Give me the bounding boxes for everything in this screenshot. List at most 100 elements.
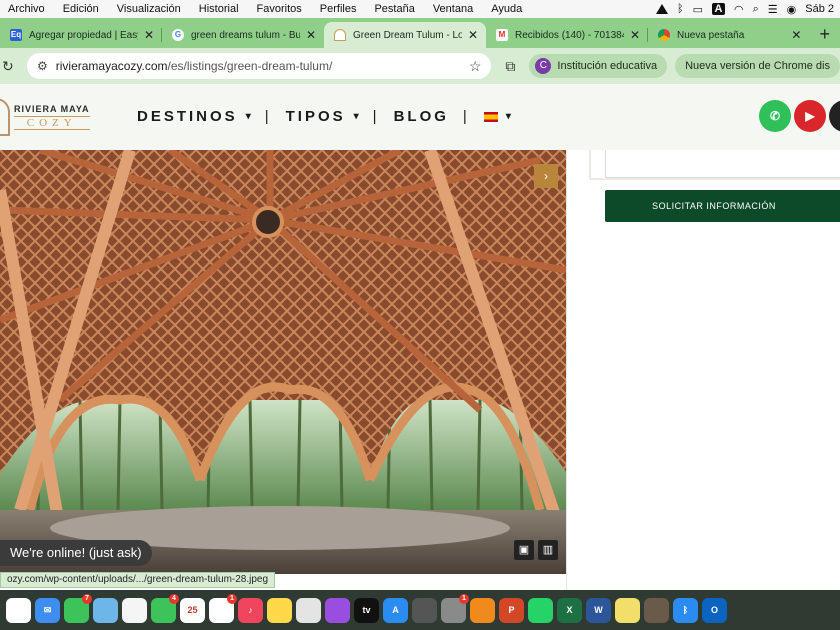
chrome-update-chip[interactable]: Nueva versión de Chrome dis: [675, 54, 840, 78]
menu-edicion[interactable]: Edición: [54, 3, 108, 15]
preview-dock-icon[interactable]: [644, 597, 669, 623]
close-tab-icon[interactable]: ✕: [306, 28, 316, 42]
tab-agregar-propiedad[interactable]: Eq Agregar propiedad | Easy ✕: [0, 22, 162, 48]
tab-new-tab[interactable]: Nueva pestaña ✕: [648, 22, 809, 48]
menu-ayuda[interactable]: Ayuda: [482, 3, 531, 15]
link-status-url: ozy.com/wp-content/uploads/.../green-dre…: [0, 572, 276, 588]
nav-blog[interactable]: BLOG: [394, 108, 449, 125]
address-bar[interactable]: ⚙ rivieramayacozy.com/es/listings/green-…: [26, 53, 492, 79]
tab-title: Agregar propiedad | Easy: [29, 29, 138, 41]
menu-archivo[interactable]: Archivo: [0, 3, 54, 15]
chevron-down-icon: ▾: [245, 111, 251, 122]
google-favicon-icon: G: [172, 29, 184, 41]
powerpoint-dock-icon[interactable]: P: [499, 597, 524, 623]
bluetooth-icon[interactable]: ᛒ: [677, 3, 684, 15]
menu-ventana[interactable]: Ventana: [424, 3, 482, 15]
notification-badge: 4: [169, 593, 179, 604]
vpn-triangle-icon[interactable]: [655, 4, 668, 14]
chart-icon[interactable]: ▥: [538, 540, 558, 560]
nav-blog-label: BLOG: [393, 108, 449, 125]
launchpad-dock-icon[interactable]: [296, 597, 321, 623]
request-info-button[interactable]: SOLICITAR INFORMACIÓN: [605, 190, 840, 222]
youtube-icon[interactable]: ▶: [794, 100, 826, 132]
stickies-dock-icon[interactable]: [615, 597, 640, 623]
close-tab-icon[interactable]: ✕: [791, 28, 801, 42]
tab-title: Recibidos (140) - 701384: [515, 29, 624, 41]
bookmark-star-icon[interactable]: ☆: [469, 58, 482, 75]
battery-icon[interactable]: ▭: [693, 3, 703, 16]
excel-dock-icon[interactable]: X: [557, 597, 582, 623]
screenshot-dock-icon[interactable]: [412, 597, 437, 623]
reminders-dock-icon[interactable]: 1: [209, 593, 237, 623]
live-chat-bubble[interactable]: We're online! (just ask): [0, 540, 152, 566]
menu-perfiles[interactable]: Perfiles: [311, 3, 366, 15]
tab-google-search[interactable]: G green dreams tulum - Bus ✕: [162, 22, 324, 48]
message-field[interactable]: [605, 150, 840, 178]
menu-clock[interactable]: Sáb 2: [805, 3, 834, 15]
gallery-image-icon[interactable]: ▣: [514, 540, 534, 560]
bluetooth-dock-icon[interactable]: ᛒ: [673, 597, 698, 623]
music-dock-icon[interactable]: ♪: [238, 597, 263, 623]
tv-dock-icon[interactable]: tv: [354, 597, 379, 623]
close-tab-icon[interactable]: ✕: [144, 28, 154, 42]
siri-icon[interactable]: ◉: [787, 3, 797, 16]
browser-toolbar: ↻ ⚙ rivieramayacozy.com/es/listings/gree…: [0, 48, 840, 84]
word-dock-icon[interactable]: W: [586, 597, 611, 623]
whatsapp-icon[interactable]: ✆: [759, 100, 791, 132]
tab-green-dream-tulum[interactable]: Green Dream Tulum - Lot ✕: [324, 22, 486, 48]
chrome-dock-icon[interactable]: [6, 597, 31, 623]
chrome-update-label: Nueva versión de Chrome dis: [685, 60, 830, 72]
gmail-favicon-icon: M: [496, 29, 508, 41]
url-path: /es/listings/green-dream-tulum/: [167, 59, 333, 73]
outlook-dock-icon[interactable]: O: [702, 597, 727, 623]
calendar-dock-icon[interactable]: 25: [180, 597, 205, 623]
notification-badge: 1: [459, 593, 469, 604]
profile-avatar: C: [535, 58, 552, 74]
nav-tipos-label: TIPOS: [285, 108, 346, 125]
messages-dock-icon[interactable]: 4: [151, 593, 179, 623]
next-photo-arrow-icon[interactable]: ›: [534, 164, 558, 188]
settings-dock-icon[interactable]: 1: [441, 593, 469, 623]
menu-visualizacion[interactable]: Visualización: [108, 3, 190, 15]
spotlight-search-icon[interactable]: ⌕: [753, 3, 759, 16]
nav-destinos[interactable]: DESTINOS ▾: [137, 108, 251, 125]
site-info-icon[interactable]: ⚙: [37, 59, 48, 73]
extensions-puzzle-icon[interactable]: ⧉: [505, 58, 515, 75]
main-navigation: DESTINOS ▾ | TIPOS ▾ | BLOG | ▾: [137, 108, 511, 125]
mail-dock-icon[interactable]: ✉: [35, 597, 60, 623]
url-text[interactable]: rivieramayacozy.com/es/listings/green-dr…: [56, 59, 469, 73]
menu-favoritos[interactable]: Favoritos: [248, 3, 311, 15]
website-viewport: RIVIERA MAYA COZY DESTINOS ▾ | TIPOS ▾ |…: [0, 84, 840, 590]
input-source-icon[interactable]: A: [711, 3, 725, 15]
nav-tipos[interactable]: TIPOS ▾: [286, 108, 359, 125]
close-tab-icon[interactable]: ✕: [468, 28, 478, 42]
wifi-icon[interactable]: ◠: [734, 3, 744, 16]
site-logo[interactable]: RIVIERA MAYA COZY: [0, 98, 90, 136]
menu-pestana[interactable]: Pestaña: [365, 3, 423, 15]
podcasts-dock-icon[interactable]: [325, 597, 350, 623]
notes-dock-icon[interactable]: [267, 597, 292, 623]
nav-divider: |: [462, 108, 470, 125]
control-center-icon[interactable]: ☰: [768, 3, 778, 16]
tab-gmail-inbox[interactable]: M Recibidos (140) - 701384 ✕: [486, 22, 648, 48]
tiktok-icon[interactable]: ♪: [829, 100, 840, 132]
facetime-dock-icon[interactable]: 7: [64, 593, 92, 623]
nav-destinos-label: DESTINOS: [137, 108, 238, 125]
appstore-dock-icon[interactable]: A: [383, 597, 408, 623]
menu-historial[interactable]: Historial: [190, 3, 248, 15]
new-tab-plus-icon[interactable]: +: [809, 22, 840, 48]
dome-apex: [252, 206, 284, 238]
language-selector[interactable]: ▾: [483, 111, 511, 122]
maps-dock-icon[interactable]: [93, 597, 118, 623]
listing-photo[interactable]: › ▣ ▥: [0, 150, 566, 574]
easy-favicon-icon: Eq: [10, 29, 22, 41]
tab-title: green dreams tulum - Bus: [191, 29, 300, 41]
riviera-maya-favicon-icon: [334, 29, 346, 41]
profile-chip-label: Institución educativa: [557, 60, 658, 72]
whatsapp-dock-icon[interactable]: [528, 597, 553, 623]
photos-dock-icon[interactable]: [122, 597, 147, 623]
vlc-dock-icon[interactable]: [470, 597, 495, 623]
close-tab-icon[interactable]: ✕: [630, 28, 640, 42]
profile-chip[interactable]: C Institución educativa: [529, 54, 668, 78]
reload-icon[interactable]: ↻: [2, 58, 15, 75]
